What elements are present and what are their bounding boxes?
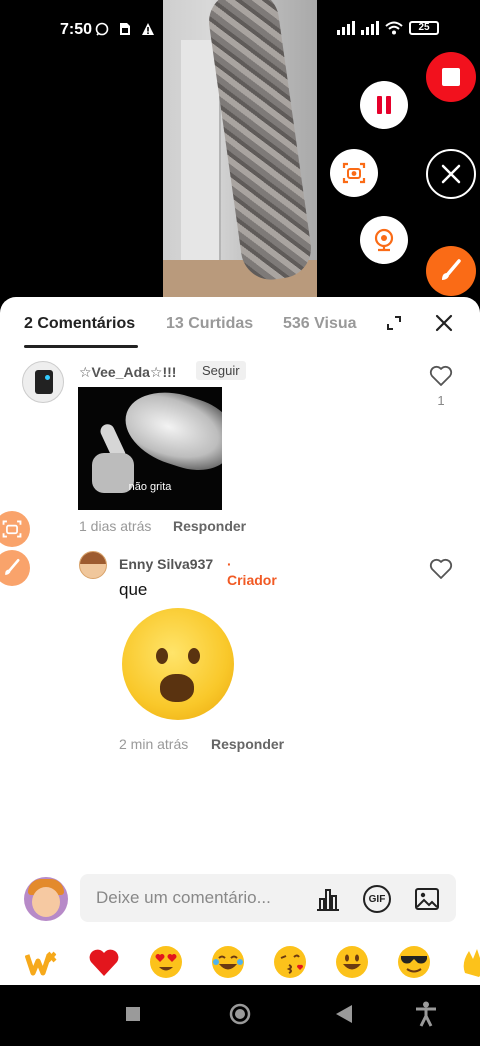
smile-emoji-icon[interactable] — [335, 945, 369, 979]
camera-icon — [2, 520, 22, 538]
battery-icon: 25 — [409, 21, 439, 35]
like-count: 1 — [437, 393, 445, 408]
tab-comments[interactable]: 2 Comentários — [24, 315, 135, 333]
brush-icon — [5, 558, 20, 575]
reply-username[interactable]: Enny Silva937 — [119, 556, 213, 572]
stop-recording-button[interactable] — [426, 52, 476, 102]
brush-icon — [442, 259, 461, 280]
poll-icon[interactable] — [314, 885, 342, 913]
quick-emoji-row — [0, 943, 480, 985]
comment-timestamp: 1 dias atrás — [79, 518, 152, 534]
heart-icon[interactable] — [429, 558, 453, 580]
camera-icon — [342, 162, 366, 184]
back-triangle-icon[interactable] — [336, 1005, 352, 1023]
creator-badge: · Criador — [227, 556, 277, 588]
heart-eyes-emoji-icon[interactable] — [149, 945, 183, 979]
avatar[interactable] — [22, 361, 64, 403]
image-icon[interactable] — [413, 885, 441, 913]
kiss-emoji-icon[interactable] — [273, 945, 307, 979]
whatsapp-icon — [95, 22, 109, 36]
signal-icon-2 — [361, 21, 379, 35]
tab-views[interactable]: 536 Visua — [283, 315, 357, 333]
pause-icon — [377, 96, 391, 114]
image-caption: não grita — [128, 481, 172, 493]
wifi-icon — [385, 21, 403, 35]
close-sheet-icon[interactable] — [434, 313, 454, 333]
sunglasses-emoji-icon[interactable] — [397, 945, 431, 979]
heart-icon[interactable] — [429, 365, 453, 387]
system-navigation-bar — [0, 985, 480, 1046]
heart-emoji-icon[interactable] — [87, 945, 121, 979]
status-time: 7:50 — [60, 21, 93, 38]
reply-timestamp: 2 min atrás — [119, 736, 189, 752]
tab-likes[interactable]: 13 Curtidas — [166, 315, 253, 333]
reply-button[interactable]: Responder — [211, 736, 284, 752]
comments-sheet: 2 Comentários 13 Curtidas 536 Visua ☆Vee… — [0, 297, 480, 985]
webcam-button[interactable] — [360, 216, 408, 264]
follow-button[interactable]: Seguir — [196, 361, 246, 380]
reply-button[interactable]: Responder — [173, 518, 246, 534]
close-icon — [441, 164, 461, 184]
status-system-icons: 25 — [337, 21, 439, 35]
status-bar: 7:50 25 — [0, 0, 480, 60]
pause-recording-button[interactable] — [360, 81, 408, 129]
accessibility-icon[interactable] — [414, 1001, 438, 1027]
video-preview-area: 7:50 25 — [0, 0, 480, 310]
comment-input[interactable] — [80, 874, 456, 922]
signal-icon — [337, 21, 355, 35]
reply-text: que — [119, 580, 148, 599]
gif-icon[interactable]: GIF — [363, 885, 391, 913]
stop-square-icon — [442, 68, 460, 86]
creator-label: Criador — [227, 572, 277, 588]
warning-icon — [141, 23, 154, 35]
status-notification-icons — [95, 21, 155, 37]
recents-square-icon[interactable] — [126, 1007, 140, 1021]
webcam-icon — [374, 228, 394, 252]
close-recorder-button[interactable] — [426, 149, 476, 199]
comment-image[interactable]: não grita — [78, 387, 222, 510]
brush-tool-button[interactable] — [426, 246, 476, 296]
active-tab-indicator — [24, 345, 138, 348]
screenshot-button[interactable] — [330, 149, 378, 197]
home-circle-icon[interactable] — [229, 1003, 251, 1025]
current-user-avatar — [24, 877, 68, 921]
expand-icon[interactable] — [386, 315, 402, 331]
gif-label: GIF — [368, 893, 386, 905]
video-door — [181, 40, 221, 280]
reply-sticker-image[interactable] — [119, 605, 235, 723]
sheet-tabs: 2 Comentários 13 Curtidas 536 Visua — [0, 297, 480, 351]
clap-emoji-icon[interactable] — [459, 945, 480, 979]
wow-sticker-icon[interactable] — [24, 945, 58, 979]
avatar[interactable] — [79, 551, 107, 579]
sim-icon — [119, 23, 130, 35]
comment-username[interactable]: ☆Vee_Ada☆!!! — [79, 364, 176, 381]
shocked-emoji-icon — [122, 608, 234, 720]
joy-emoji-icon[interactable] — [211, 945, 245, 979]
